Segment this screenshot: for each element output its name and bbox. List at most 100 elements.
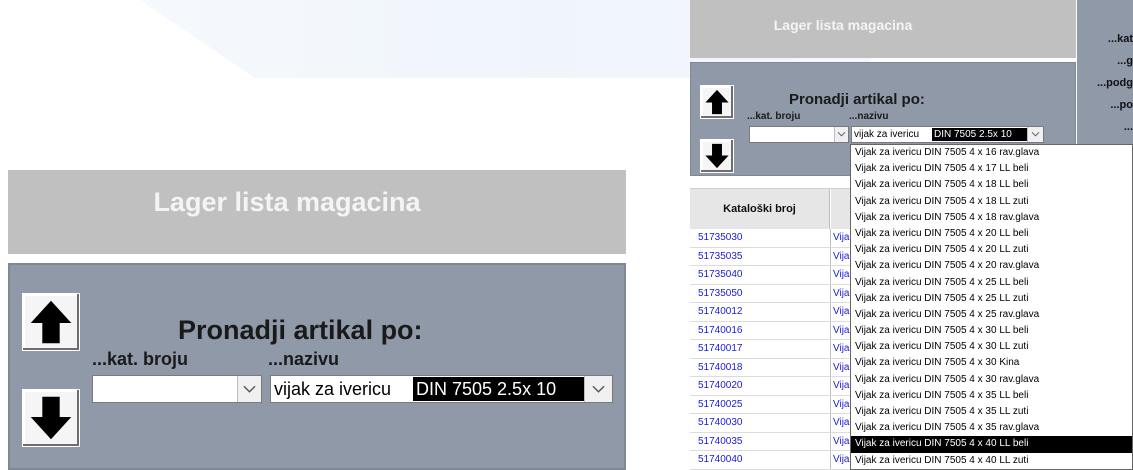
column-divider (830, 358, 831, 376)
naziv-link[interactable]: Vija (833, 396, 850, 414)
dropdown-option[interactable]: Vijak za ivericu DIN 7505 4 x 30 LL zuti (851, 339, 1132, 355)
kat-broj-dropdown-button[interactable] (237, 376, 261, 402)
side-label: ... (1123, 121, 1133, 133)
arrow-up-icon (30, 300, 72, 344)
dropdown-option[interactable]: Vijak za ivericu DIN 7505 4 x 40 LL beli (851, 436, 1132, 453)
dropdown-option[interactable]: Vijak za ivericu DIN 7505 4 x 20 LL zuti (851, 242, 1132, 258)
kat-broj-label: ...kat. broju (92, 349, 189, 369)
dropdown-option[interactable]: Vijak za ivericu DIN 7505 4 x 30 LL beli (851, 323, 1132, 339)
column-divider (830, 395, 831, 413)
naziv-combo[interactable]: vijak za ivericu DIN 7505 2.5x 10 (851, 126, 1044, 143)
kataloski-broj-link[interactable]: 51740016 (698, 322, 743, 340)
dropdown-option[interactable]: Vijak za ivericu DIN 7505 4 x 18 LL zuti (851, 194, 1132, 210)
naziv-link[interactable]: Vija (833, 303, 850, 321)
dropdown-option[interactable]: Vijak za ivericu DIN 7505 4 x 20 LL beli (851, 226, 1132, 242)
kataloski-broj-link[interactable]: 51740017 (698, 340, 743, 358)
app-title-small: Lager lista magacina (690, 0, 1076, 58)
side-label: ...g (1117, 55, 1133, 67)
chevron-down-icon (592, 385, 605, 393)
dropdown-option[interactable]: Vijak za ivericu DIN 7505 4 x 30 Kina (851, 355, 1132, 371)
app-window: Lager lista magacina ...kat ...g ...podg… (690, 0, 1133, 470)
dropdown-option[interactable]: Vijak za ivericu DIN 7505 4 x 20 rav.gla… (851, 258, 1132, 274)
side-label: ...kat (1107, 33, 1133, 45)
kataloski-broj-link[interactable]: 51735040 (698, 266, 743, 284)
kataloski-broj-link[interactable]: 51740012 (698, 303, 743, 321)
dropdown-option[interactable]: Vijak za ivericu DIN 7505 4 x 30 rav.gla… (851, 372, 1132, 388)
side-label: ...podg (1096, 77, 1133, 89)
dropdown-option[interactable]: Vijak za ivericu DIN 7505 4 x 18 LL beli (851, 177, 1132, 193)
search-heading: Pronadji artikal po: (178, 315, 423, 345)
column-divider (830, 432, 831, 450)
chevron-down-icon (837, 131, 846, 137)
app-title: Lager lista magacina (8, 170, 626, 254)
column-divider (830, 377, 831, 395)
dropdown-option[interactable]: Vijak za ivericu DIN 7505 4 x 35 rav.gla… (851, 420, 1132, 436)
naziv-link[interactable]: Vija (833, 285, 850, 303)
naziv-link[interactable]: Vija (833, 229, 850, 247)
arrow-up-icon (705, 89, 729, 115)
column-divider (830, 414, 831, 432)
kataloski-broj-link[interactable]: 51740040 (698, 451, 743, 469)
kataloski-broj-link[interactable]: 51735035 (698, 248, 743, 266)
naziv-dropdown-button[interactable] (584, 376, 612, 402)
chevron-down-icon (243, 385, 256, 393)
scroll-up-button[interactable] (22, 293, 80, 351)
column-divider (830, 451, 831, 469)
naziv-dropdown-button[interactable] (1027, 127, 1043, 142)
column-divider (830, 340, 831, 358)
naziv-link[interactable]: Vija (833, 377, 850, 395)
column-divider (830, 284, 831, 302)
kat-broj-combo[interactable] (92, 375, 262, 403)
column-divider (830, 247, 831, 265)
naziv-typed-text: vijak za ivericu (274, 379, 392, 399)
dropdown-option[interactable]: Vijak za ivericu DIN 7505 4 x 18 rav.gla… (851, 210, 1132, 226)
naziv-selected-text: DIN 7505 2.5x 10 (413, 377, 585, 401)
column-header-kataloski-broj[interactable]: Kataloški broj (690, 189, 830, 229)
kat-broj-combo[interactable] (749, 126, 849, 143)
kataloski-broj-link[interactable]: 51735030 (698, 229, 743, 247)
column-divider (830, 321, 831, 339)
naziv-link[interactable]: Vija (833, 433, 850, 451)
naziv-link[interactable]: Vija (833, 414, 850, 432)
kataloski-broj-link[interactable]: 51740018 (698, 359, 743, 377)
search-heading: Pronadji artikal po: (789, 91, 925, 108)
scroll-down-button[interactable] (700, 139, 734, 173)
naziv-link[interactable]: Vija (833, 266, 850, 284)
column-divider (830, 229, 831, 247)
naziv-link[interactable]: Vija (833, 248, 850, 266)
kat-broj-label: ...kat. broju (747, 111, 801, 122)
dropdown-option[interactable]: Vijak za ivericu DIN 7505 4 x 17 LL beli (851, 161, 1132, 177)
kataloski-broj-link[interactable]: 51735050 (698, 285, 743, 303)
dropdown-option[interactable]: Vijak za ivericu DIN 7505 4 x 25 LL beli (851, 275, 1132, 291)
dropdown-option[interactable]: Vijak za ivericu DIN 7505 4 x 16 rav.gla… (851, 145, 1132, 161)
naziv-selected-text: DIN 7505 2.5x 10 (932, 128, 1028, 141)
dropdown-option[interactable]: Vijak za ivericu DIN 7505 4 x 35 LL beli (851, 388, 1132, 404)
naziv-link[interactable]: Vija (833, 359, 850, 377)
naziv-typed-text: vijak za ivericu (854, 129, 920, 140)
search-panel: Pronadji artikal po: ...kat. broju ...na… (8, 263, 626, 470)
naziv-label: ...nazivu (849, 111, 889, 122)
chevron-down-icon (1031, 131, 1040, 137)
naziv-link[interactable]: Vija (833, 451, 850, 469)
naziv-link[interactable]: Vija (833, 340, 850, 358)
arrow-down-icon (705, 143, 729, 169)
naziv-dropdown-list[interactable]: Vijak za ivericu DIN 7505 4 x 16 rav.gla… (850, 144, 1133, 470)
dropdown-option[interactable]: Vijak za ivericu DIN 7505 4 x 40 LL zuti (851, 453, 1132, 469)
dropdown-option[interactable]: Vijak za ivericu DIN 7505 4 x 25 rav.gla… (851, 307, 1132, 323)
naziv-combo[interactable]: vijak za ivericu DIN 7505 2.5x 10 (270, 375, 613, 403)
scroll-down-button[interactable] (22, 389, 80, 447)
kataloski-broj-link[interactable]: 51740030 (698, 414, 743, 432)
arrow-down-icon (30, 396, 72, 440)
kat-broj-dropdown-button[interactable] (834, 127, 848, 142)
dropdown-option[interactable]: Vijak za ivericu DIN 7505 4 x 35 LL zuti (851, 404, 1132, 420)
kataloski-broj-link[interactable]: 51740035 (698, 433, 743, 451)
scroll-up-button[interactable] (700, 85, 734, 119)
naziv-label: ...nazivu (268, 349, 340, 369)
kataloski-broj-link[interactable]: 51740020 (698, 377, 743, 395)
zoomed-view: Lager lista magacina Pronadji artikal po… (8, 170, 626, 470)
column-divider (830, 266, 831, 284)
side-label: ...po (1110, 99, 1133, 111)
kataloski-broj-link[interactable]: 51740025 (698, 396, 743, 414)
dropdown-option[interactable]: Vijak za ivericu DIN 7505 4 x 25 LL zuti (851, 291, 1132, 307)
naziv-link[interactable]: Vija (833, 322, 850, 340)
